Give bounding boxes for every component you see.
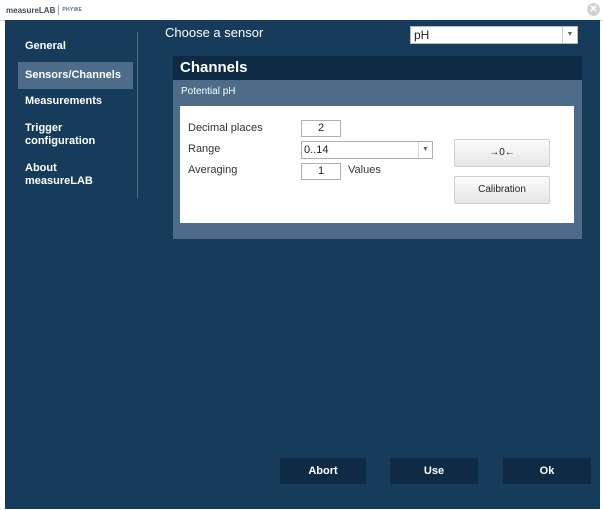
title-bar: measureLAB PHYWE ✕ <box>0 0 603 21</box>
sidebar-item-general[interactable]: General <box>18 40 133 53</box>
sidebar-item-measurements[interactable]: Measurements <box>18 95 133 108</box>
use-button[interactable]: Use <box>390 458 478 484</box>
averaging-unit: Values <box>348 164 381 176</box>
sidebar-divider <box>137 32 138 198</box>
logo-sub: PHYWE <box>62 7 83 13</box>
decimal-places-label: Decimal places <box>188 122 263 134</box>
choose-sensor-label: Choose a sensor <box>165 25 264 40</box>
sidebar-item-trigger-line2: configuration <box>25 135 96 147</box>
range-label: Range <box>188 143 221 155</box>
sidebar-item-about[interactable]: About measureLAB <box>18 162 133 188</box>
chevron-down-icon[interactable]: ▼ <box>418 142 432 158</box>
sidebar: General Sensors/Channels Measurements Tr… <box>5 20 138 200</box>
sidebar-item-trigger-configuration[interactable]: Trigger configuration <box>18 122 133 148</box>
main-area: General Sensors/Channels Measurements Tr… <box>5 20 600 509</box>
sidebar-item-trigger-line1: Trigger <box>25 122 63 134</box>
sidebar-item-sensors-channels[interactable]: Sensors/Channels <box>18 62 133 89</box>
sensor-select[interactable]: pH ▼ <box>410 26 578 44</box>
channel-name: Potential pH <box>181 86 236 97</box>
close-icon[interactable]: ✕ <box>587 3 600 16</box>
abort-button[interactable]: Abort <box>280 458 366 484</box>
logo-separator <box>58 5 60 15</box>
decimal-places-input[interactable]: 2 <box>301 120 341 137</box>
channels-panel: Channels Potential pH Decimal places 2 R… <box>173 56 582 239</box>
channel-settings-box: Decimal places 2 Range 0..14 ▼ Averaging… <box>180 106 574 223</box>
channels-title: Channels <box>173 56 582 80</box>
logo-text: measureLAB <box>6 5 56 15</box>
calibration-button[interactable]: Calibration <box>454 176 550 204</box>
averaging-input[interactable]: 1 <box>301 163 341 180</box>
zero-button[interactable]: →0← <box>454 139 550 167</box>
range-select[interactable]: 0..14 ▼ <box>301 141 433 159</box>
range-select-value: 0..14 <box>304 144 329 156</box>
averaging-label: Averaging <box>188 164 238 176</box>
chevron-down-icon[interactable]: ▼ <box>562 27 577 43</box>
sensor-select-value: pH <box>414 28 430 42</box>
sidebar-item-about-line1: About <box>25 162 57 174</box>
app-logo: measureLAB PHYWE <box>6 4 82 16</box>
ok-button[interactable]: Ok <box>503 458 591 484</box>
settings-window: measureLAB PHYWE ✕ General Sensors/Chann… <box>0 0 603 510</box>
sidebar-item-about-line2: measureLAB <box>25 175 93 187</box>
